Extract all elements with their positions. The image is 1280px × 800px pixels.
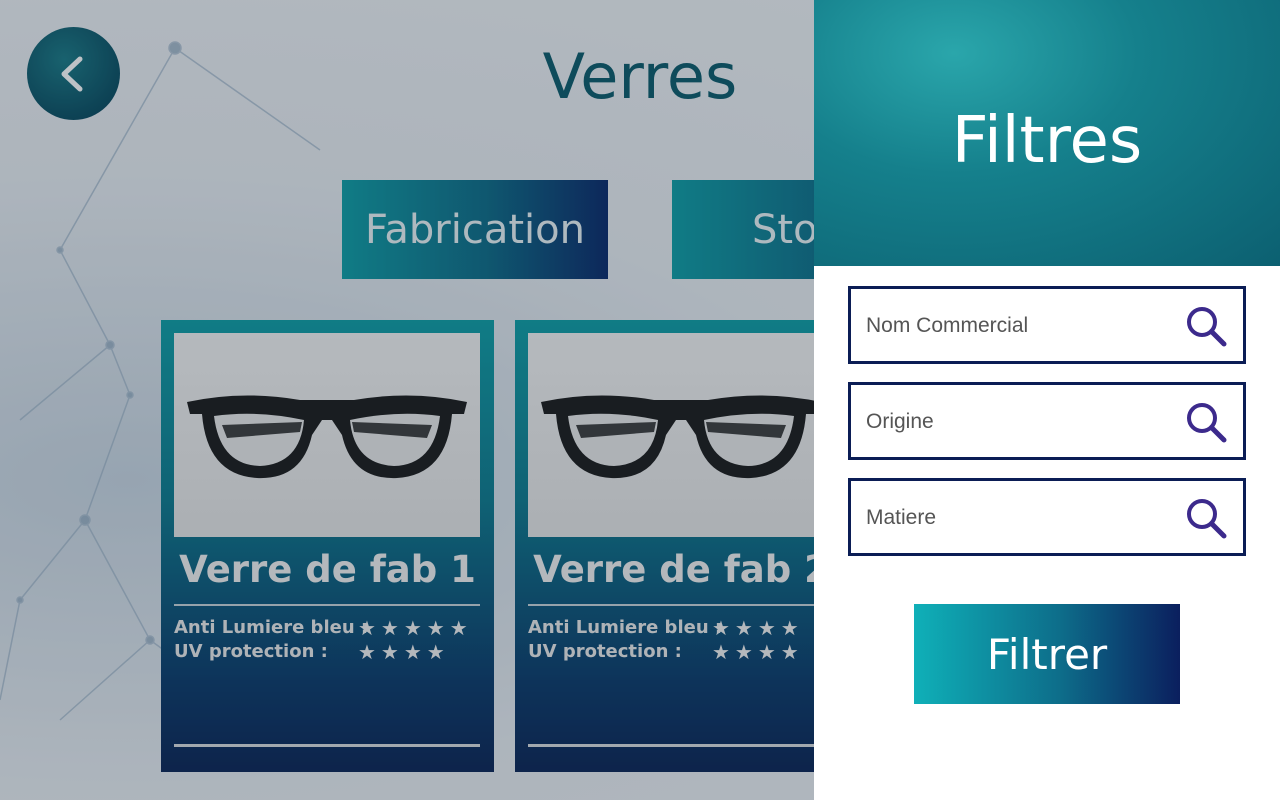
filter-panel-title: Filtres bbox=[951, 104, 1143, 178]
nom-commercial-input[interactable] bbox=[864, 289, 1178, 363]
matiere-field[interactable] bbox=[848, 478, 1246, 556]
search-icon[interactable] bbox=[1185, 305, 1227, 347]
filter-panel: Filtres Filtrer bbox=[814, 0, 1280, 800]
search-icon[interactable] bbox=[1185, 497, 1227, 539]
search-icon[interactable] bbox=[1185, 401, 1227, 443]
modal-backdrop[interactable] bbox=[0, 0, 814, 800]
origine-field[interactable] bbox=[848, 382, 1246, 460]
filter-panel-header: Filtres bbox=[814, 0, 1280, 266]
nom-commercial-field[interactable] bbox=[848, 286, 1246, 364]
filter-submit-button[interactable]: Filtrer bbox=[914, 604, 1180, 704]
origine-input[interactable] bbox=[864, 385, 1178, 459]
matiere-input[interactable] bbox=[864, 481, 1178, 555]
